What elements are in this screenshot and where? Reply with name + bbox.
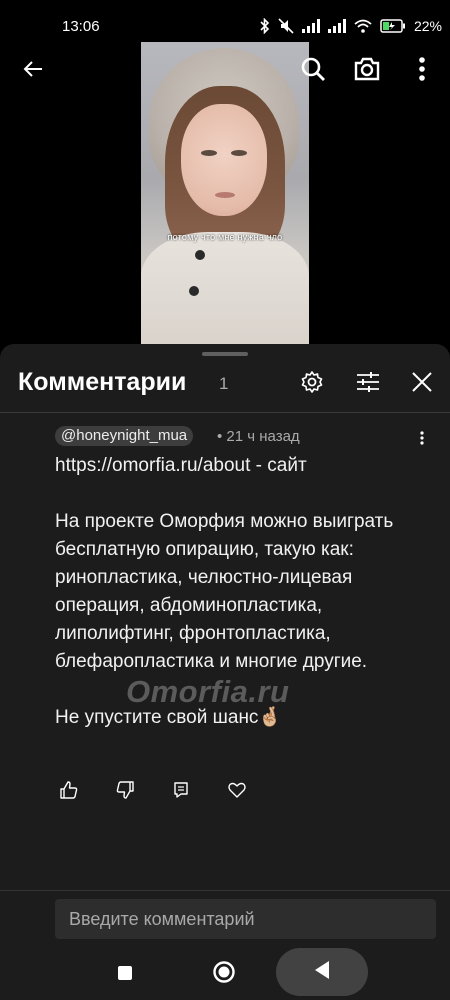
bluetooth-icon: [260, 18, 270, 34]
thumbs-up-icon: [60, 780, 78, 804]
thumbs-down-icon: [116, 780, 134, 804]
more-options-button[interactable]: [407, 56, 437, 86]
comment-author[interactable]: @honeynight_mua: [55, 426, 194, 446]
close-icon: [411, 371, 433, 398]
comment-input[interactable]: [55, 899, 436, 939]
comment-paragraph: На проекте Оморфия можно выиграть беспла…: [55, 511, 399, 672]
home-button[interactable]: [210, 960, 238, 988]
recents-button[interactable]: [112, 962, 138, 988]
search-button[interactable]: [298, 56, 328, 86]
comment-time: • 21 ч назад: [217, 428, 300, 445]
watermark: Omorfia.ru: [126, 674, 290, 709]
video-mouth: [215, 192, 235, 198]
back-arrow-icon: [21, 57, 45, 86]
recents-square-icon: [117, 965, 133, 986]
system-nav-bar: [0, 948, 450, 1000]
video-player[interactable]: потому что мне нужна чло: [0, 42, 450, 344]
comment-actions: [55, 778, 279, 806]
status-bar: 13:06 22%: [0, 0, 450, 42]
back-triangle-icon: [313, 960, 331, 985]
camera-icon: [353, 56, 381, 87]
more-vertical-icon: [418, 56, 426, 87]
home-circle-icon: [212, 960, 236, 989]
back-button[interactable]: [18, 56, 48, 86]
like-button[interactable]: [55, 778, 83, 806]
more-vertical-icon: [420, 430, 424, 450]
video-face: [181, 104, 267, 216]
comment-input-area: [0, 890, 450, 950]
video-frame[interactable]: потому что мне нужна чло: [141, 42, 309, 344]
jacket-button: [195, 250, 205, 260]
settings-gear-icon: [300, 370, 324, 399]
video-eye-left: [201, 150, 217, 156]
video-jacket: [141, 232, 309, 344]
reply-icon: [173, 781, 189, 803]
video-eye-right: [231, 150, 247, 156]
wifi-icon: [354, 19, 372, 33]
close-button[interactable]: [408, 370, 436, 398]
header-divider: [0, 412, 450, 413]
nav-back-button[interactable]: [276, 948, 368, 996]
signal-icon: [327, 19, 346, 33]
signal-icon: [301, 19, 320, 33]
battery-icon: [380, 19, 406, 33]
video-caption: потому что мне нужна чло: [167, 232, 283, 242]
reply-button[interactable]: [167, 778, 195, 806]
filter-button[interactable]: [354, 370, 382, 398]
mute-icon: [278, 18, 294, 34]
comment-more-button[interactable]: [412, 430, 432, 450]
heart-button[interactable]: [223, 778, 251, 806]
camera-button[interactable]: [352, 56, 382, 86]
search-icon: [300, 56, 326, 87]
comment-paragraph: https://omorfia.ru/about - сайт: [55, 455, 307, 476]
comments-count: 1: [219, 374, 229, 393]
filter-sliders-icon: [356, 371, 380, 398]
status-icons: 22%: [260, 18, 442, 34]
settings-button[interactable]: [298, 370, 326, 398]
dislike-button[interactable]: [111, 778, 139, 806]
heart-icon: [228, 782, 246, 803]
comments-title: Комментарии: [18, 368, 187, 396]
battery-percent: 22%: [413, 18, 442, 34]
jacket-button: [189, 286, 199, 296]
drag-handle[interactable]: [202, 352, 248, 356]
status-time: 13:06: [62, 18, 100, 35]
